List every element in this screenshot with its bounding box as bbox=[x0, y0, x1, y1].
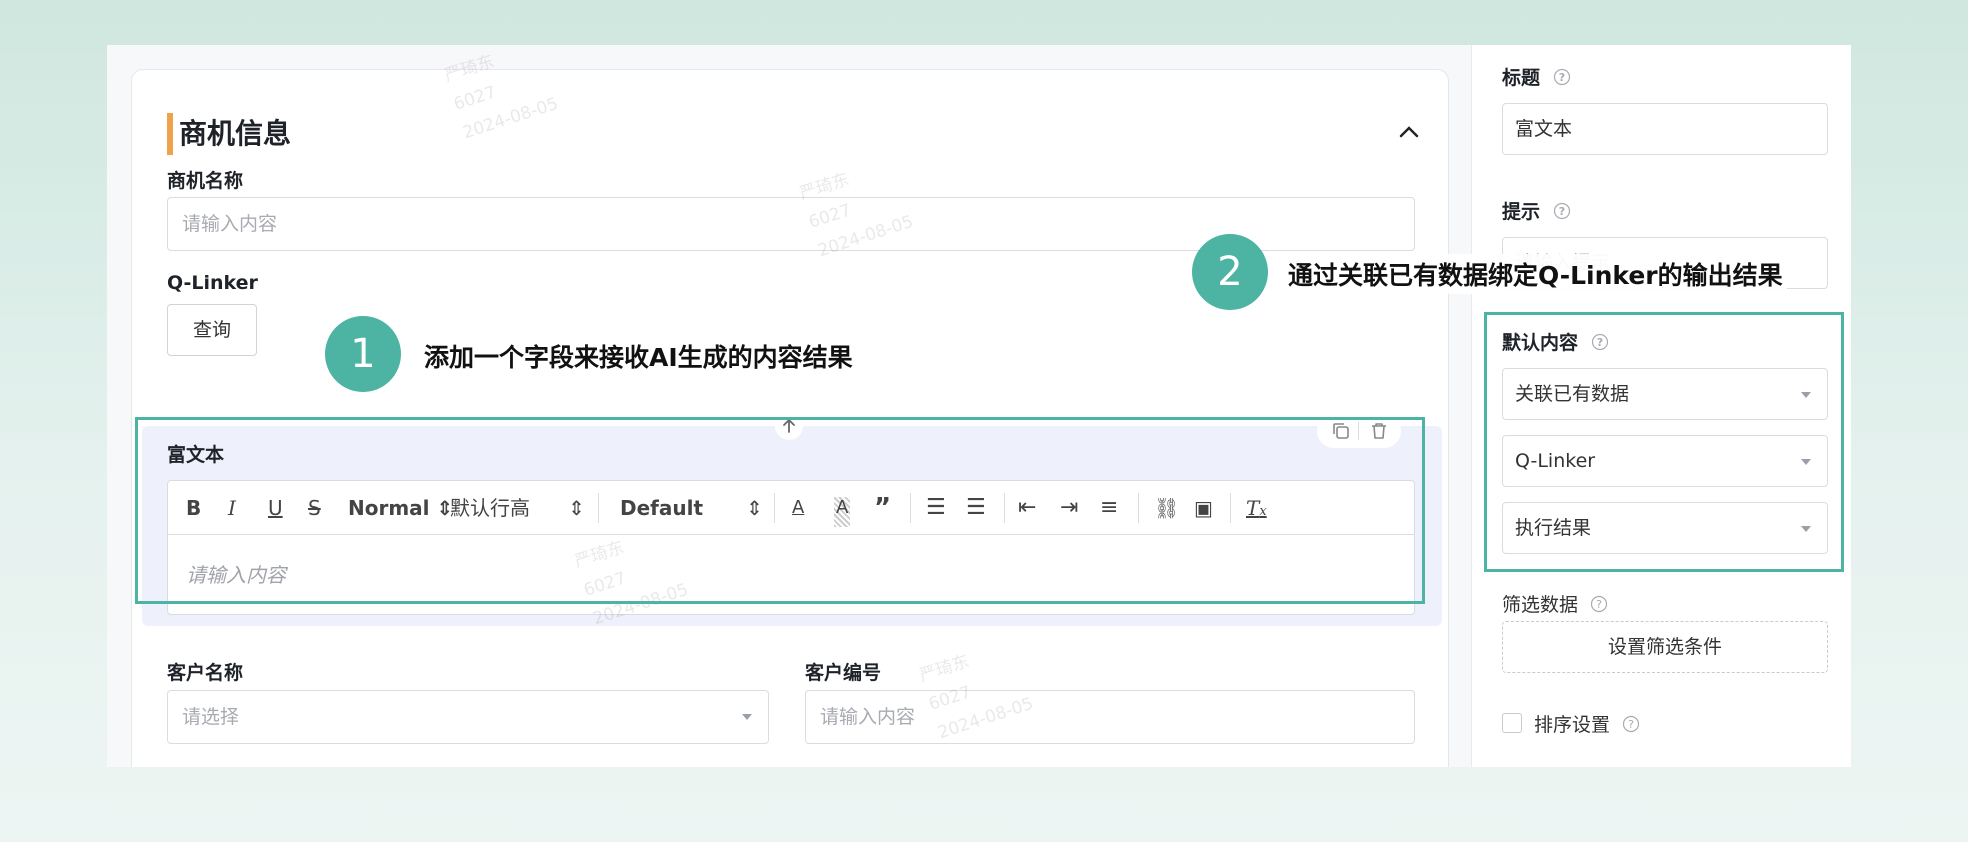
svg-text:?: ? bbox=[1558, 205, 1564, 218]
svg-text:?: ? bbox=[1596, 598, 1602, 611]
customer-name-placeholder: 请选择 bbox=[182, 706, 240, 728]
question-circle-icon[interactable]: ? bbox=[1622, 715, 1640, 733]
opportunity-name-label: 商机名称 bbox=[167, 170, 244, 192]
sort-settings-checkbox[interactable] bbox=[1502, 713, 1522, 733]
question-circle-icon[interactable]: ? bbox=[1553, 202, 1571, 220]
step1-badge: 1 bbox=[325, 316, 401, 392]
customer-name-select[interactable]: 请选择 bbox=[167, 690, 769, 744]
section-title: 商机信息 bbox=[167, 113, 291, 155]
hint-label: 提示 ? bbox=[1502, 197, 1571, 224]
chevron-up-icon[interactable] bbox=[1395, 118, 1423, 146]
form-canvas: 商机信息 商机名称 请输入内容 Q-Linker 查询 富文本 B I U S … bbox=[107, 45, 1472, 767]
question-circle-icon[interactable]: ? bbox=[1553, 68, 1571, 86]
svg-text:?: ? bbox=[1628, 718, 1634, 731]
sort-settings-label: 排序设置 ? bbox=[1534, 710, 1640, 737]
svg-text:?: ? bbox=[1558, 71, 1564, 84]
title-label: 标题 ? bbox=[1502, 63, 1571, 90]
question-circle-icon[interactable]: ? bbox=[1590, 595, 1608, 613]
step1-highlight-box bbox=[135, 417, 1425, 604]
title-input[interactable]: 富文本 bbox=[1502, 103, 1828, 155]
qlinker-label: Q-Linker bbox=[167, 272, 258, 294]
customer-name-label: 客户名称 bbox=[167, 662, 244, 684]
step1-annotation: 添加一个字段来接收AI生成的内容结果 bbox=[424, 343, 853, 372]
qlinker-query-button[interactable]: 查询 bbox=[167, 304, 257, 356]
customer-number-input[interactable]: 请输入内容 bbox=[805, 690, 1415, 744]
step2-badge: 2 bbox=[1192, 234, 1268, 310]
filter-data-label: 筛选数据 ? bbox=[1502, 590, 1608, 617]
step2-annotation: 通过关联已有数据绑定Q-Linker的输出结果 bbox=[1284, 254, 1787, 294]
set-filter-button[interactable]: 设置筛选条件 bbox=[1502, 621, 1828, 673]
chevron-down-icon bbox=[742, 714, 752, 720]
step2-highlight-box bbox=[1484, 312, 1844, 572]
customer-number-label: 客户编号 bbox=[805, 662, 882, 684]
